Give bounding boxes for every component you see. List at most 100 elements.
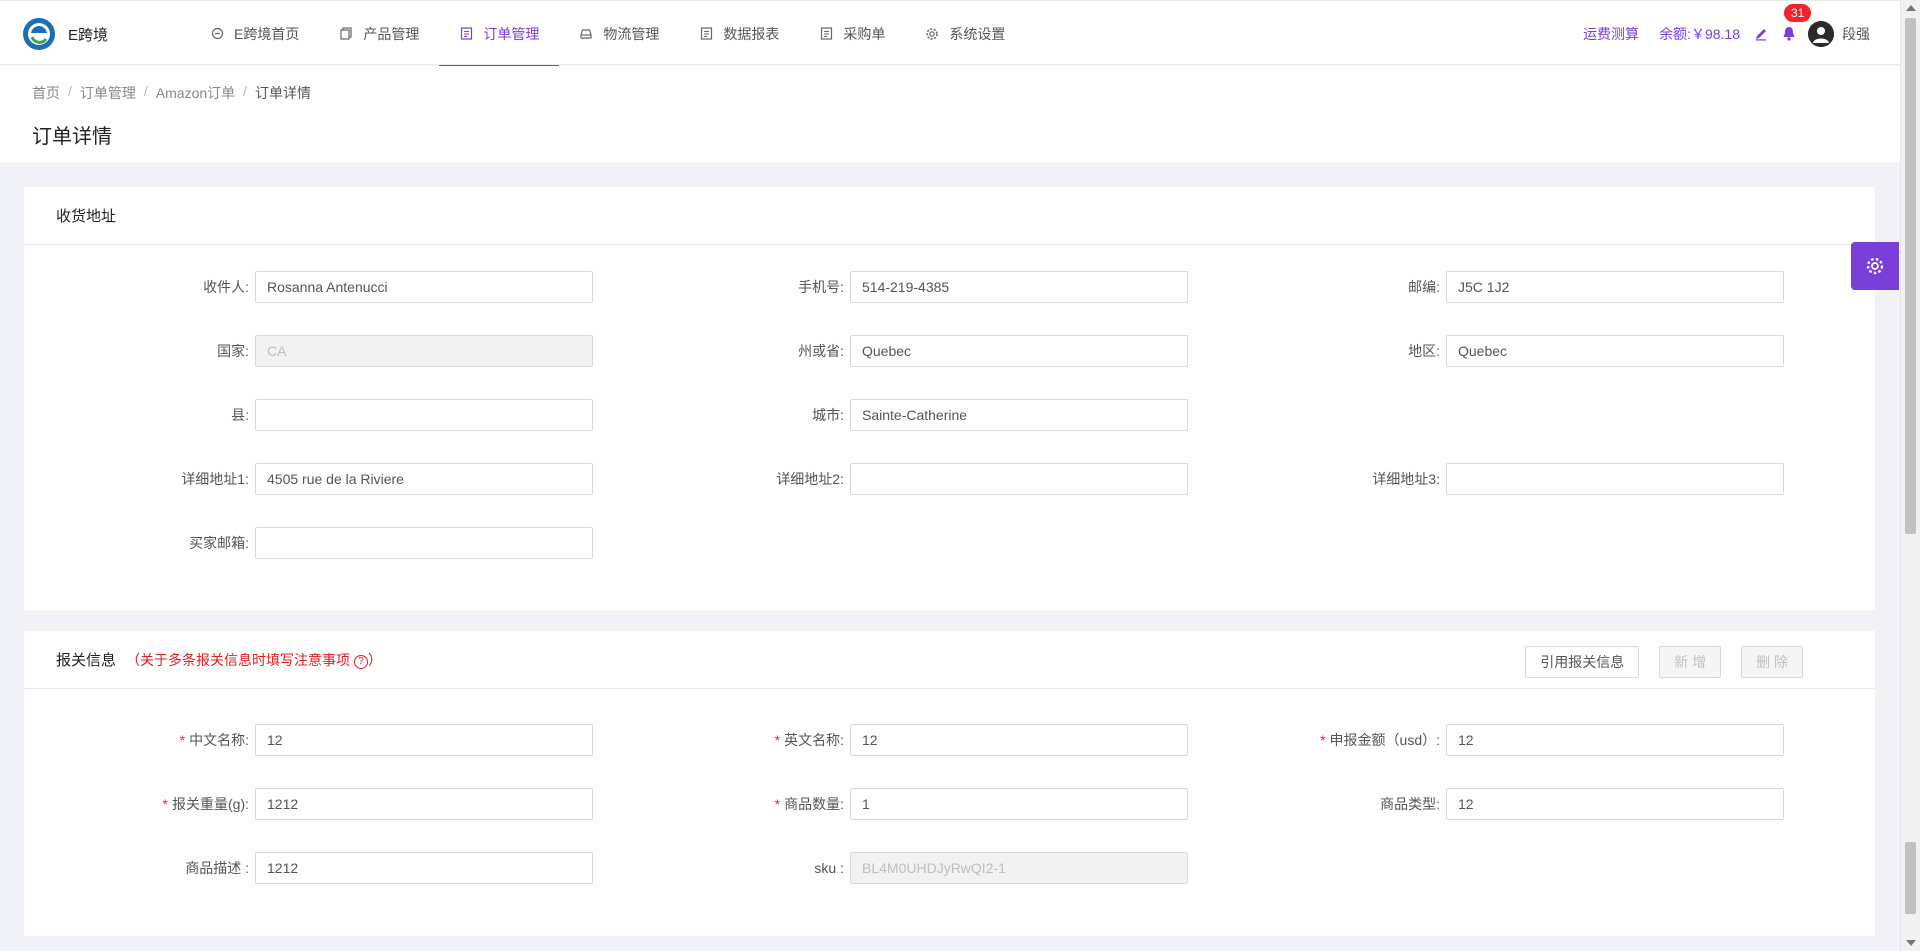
document-icon <box>819 27 833 41</box>
en-name-input[interactable] <box>850 724 1188 756</box>
gear-icon <box>925 27 939 41</box>
document-icon <box>699 27 713 41</box>
nav-item-home[interactable]: E跨境首页 <box>190 1 319 66</box>
buyer-email-field: 买家邮箱: <box>189 526 593 560</box>
home-icon <box>210 27 224 41</box>
nav-item-reports[interactable]: 数据报表 <box>679 1 799 66</box>
customs-note-link[interactable]: （关于多条报关信息时填写注意事项?） <box>126 650 382 670</box>
label-text: 申报金额（usd）: <box>1329 732 1440 748</box>
breadcrumb-orders[interactable]: 订单管理 <box>80 83 136 103</box>
breadcrumb-home[interactable]: 首页 <box>32 83 60 103</box>
main-nav: E跨境首页 产品管理 订单管理 物流管理 数据报表 采购单 系统设置 <box>190 1 1025 67</box>
floating-settings-button[interactable] <box>1851 242 1899 290</box>
city-input[interactable] <box>850 399 1188 431</box>
address2-input[interactable] <box>850 463 1188 495</box>
address1-input[interactable] <box>255 463 593 495</box>
required-mark: * <box>774 796 781 812</box>
breadcrumb-current: 订单详情 <box>255 85 312 101</box>
postcode-input[interactable] <box>1446 271 1784 303</box>
phone-input[interactable] <box>850 271 1188 303</box>
logo[interactable]: E跨境 <box>22 17 108 51</box>
notification-badge: 31 <box>1784 3 1812 22</box>
form-row: 收件人: 手机号: 邮编: <box>24 270 1875 304</box>
sku-input <box>850 852 1188 884</box>
address3-input[interactable] <box>1446 463 1784 495</box>
address1-label: 详细地址1: <box>181 471 249 487</box>
description-input[interactable] <box>255 852 593 884</box>
city-field: 城市: <box>812 398 1188 432</box>
freight-calc-link[interactable]: 运费测算 <box>1583 24 1639 44</box>
cn-name-input[interactable] <box>255 724 593 756</box>
nav-item-orders[interactable]: 订单管理 <box>439 1 560 67</box>
state-input[interactable] <box>850 335 1188 367</box>
breadcrumb-separator: / <box>143 83 148 99</box>
avatar[interactable] <box>1808 20 1834 47</box>
nav-item-settings[interactable]: 系统设置 <box>905 1 1025 66</box>
scroll-down-icon[interactable] <box>1906 940 1916 946</box>
address-section-title: 收货地址 <box>56 208 117 225</box>
weight-label: * 报关重量(g): <box>163 787 249 821</box>
breadcrumb-separator: / <box>243 83 248 99</box>
state-label: 州或省: <box>798 343 844 359</box>
en-name-label: * 英文名称: <box>775 723 844 757</box>
nav-item-purchase[interactable]: 采购单 <box>799 1 905 66</box>
region-label: 地区: <box>1408 343 1440 359</box>
nav-label: 订单管理 <box>483 25 540 42</box>
balance-text: 余额:￥98.18 <box>1659 25 1740 42</box>
nav-label: 数据报表 <box>723 25 780 42</box>
postcode-field: 邮编: <box>1408 270 1784 304</box>
top-navbar: E跨境 E跨境首页 产品管理 订单管理 物流管理 数据报表 采购单 系统设置 运… <box>0 0 1900 67</box>
copy-icon <box>339 27 353 41</box>
declared-amount-input[interactable] <box>1446 724 1784 756</box>
user-name[interactable]: 段强 <box>1842 24 1870 44</box>
label-text: 英文名称: <box>784 732 844 748</box>
cite-customs-button[interactable]: 引用报关信息 <box>1525 646 1640 678</box>
phone-label: 手机号: <box>798 279 844 295</box>
customs-card: 报关信息 （关于多条报关信息时填写注意事项?） 引用报关信息 新 增 删 除 *… <box>24 631 1875 936</box>
buyer-email-input[interactable] <box>255 527 593 559</box>
declared-amount-label: * 申报金额（usd）: <box>1320 723 1440 757</box>
required-mark: * <box>1320 732 1326 748</box>
address2-field: 详细地址2: <box>776 462 1188 496</box>
county-field: 县: <box>231 398 593 432</box>
form-row: 买家邮箱: <box>24 526 1875 560</box>
page-title: 订单详情 <box>32 126 112 148</box>
nav-item-products[interactable]: 产品管理 <box>319 1 439 66</box>
sku-field: sku : <box>814 851 1188 885</box>
breadcrumb-separator: / <box>68 83 72 99</box>
scroll-up-icon[interactable] <box>1906 5 1916 11</box>
add-button[interactable]: 新 增 <box>1659 646 1722 678</box>
country-input <box>255 335 593 367</box>
customs-note-text: （关于多条报关信息时填写注意事项 <box>126 651 351 668</box>
quantity-input[interactable] <box>850 788 1188 820</box>
notification-bell[interactable]: 31 <box>1782 3 1812 42</box>
required-mark: * <box>774 732 781 748</box>
nav-label: E跨境首页 <box>234 25 300 42</box>
address-card: 收货地址 收件人: 手机号: 邮编: 国家: 州或省: 地区: <box>24 187 1875 610</box>
address2-label: 详细地址2: <box>776 471 844 487</box>
recipient-input[interactable] <box>255 271 593 303</box>
product-type-input[interactable] <box>1446 788 1784 820</box>
weight-input[interactable] <box>255 788 593 820</box>
region-field: 地区: <box>1408 334 1784 368</box>
address3-label: 详细地址3: <box>1372 471 1440 487</box>
region-input[interactable] <box>1446 335 1784 367</box>
nav-label: 物流管理 <box>603 25 660 42</box>
en-name-field: * 英文名称: <box>775 723 1188 757</box>
edit-icon[interactable] <box>1754 27 1768 41</box>
breadcrumb-amazon-orders[interactable]: Amazon订单 <box>156 83 235 103</box>
quantity-field: * 商品数量: <box>775 787 1188 821</box>
scrollbar-thumb[interactable] <box>1905 18 1916 534</box>
delete-button[interactable]: 删 除 <box>1741 646 1803 678</box>
address1-field: 详细地址1: <box>181 462 593 496</box>
customs-section-title: 报关信息 <box>56 652 117 669</box>
page-scrollbar[interactable] <box>1900 0 1920 951</box>
scrollbar-secondary-thumb[interactable] <box>1905 842 1916 914</box>
customs-actions: 引用报关信息 新 增 删 除 <box>1505 646 1803 678</box>
weight-field: * 报关重量(g): <box>163 787 593 821</box>
nav-item-logistics[interactable]: 物流管理 <box>559 1 679 66</box>
county-input[interactable] <box>255 399 593 431</box>
form-row: 商品描述 : sku : <box>24 851 1875 885</box>
breadcrumb: 首页 / 订单管理 / Amazon订单 / 订单详情 <box>32 83 319 103</box>
form-row: *报关重量(g): *商品数量: 商品类型: <box>24 787 1875 821</box>
